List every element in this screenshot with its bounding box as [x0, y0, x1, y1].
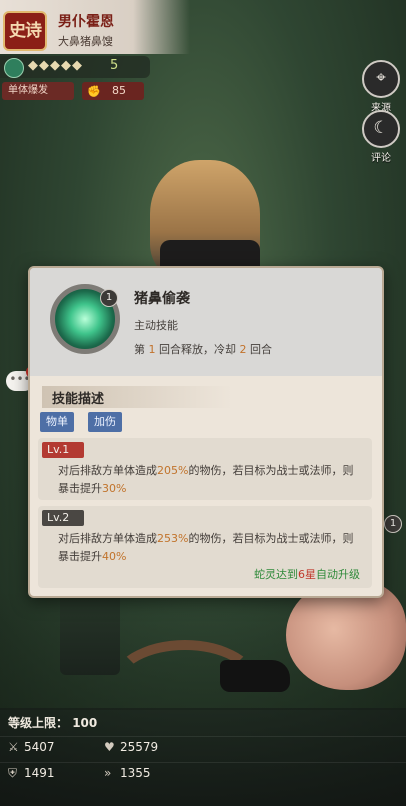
auto-upgrade-note: 蛇灵达到6星自动升级	[254, 566, 360, 582]
star-count: 5	[110, 58, 119, 73]
auto-star: 6星	[298, 568, 316, 581]
source-button[interactable]: ⌖ 来源	[362, 60, 400, 114]
skill-level-badge: 1	[100, 289, 118, 307]
level-cap-label: 等级上限：	[8, 716, 69, 730]
lv2-text-a: 对后排敌方单体造成	[58, 532, 157, 545]
tag-single-burst[interactable]: 单体爆发	[2, 82, 74, 100]
level-cap-value: 100	[72, 716, 98, 730]
attack-value: 5407	[24, 740, 55, 754]
rarity-badge: 史诗	[3, 11, 47, 51]
comment-label: 评论	[371, 153, 391, 164]
speed-value: 1355	[120, 766, 151, 780]
cd-mid: 回合释放，冷却	[159, 343, 236, 356]
cd-round: 1	[148, 343, 156, 356]
character-title: 大鼻猪鼻馊	[58, 35, 113, 48]
comment-icon: ☾	[362, 110, 400, 148]
skill-name: 猪鼻偷袭	[134, 291, 190, 307]
character-header: 史诗 男仆霍恩 大鼻猪鼻馊	[0, 0, 190, 54]
skill-type: 主动技能	[134, 319, 178, 332]
section-skill-description: 技能描述	[42, 386, 232, 408]
comment-button[interactable]: ☾ 评论	[362, 110, 400, 164]
cd-cool: 2	[239, 343, 247, 356]
character-name: 男仆霍恩	[58, 14, 114, 30]
heart-icon: ♥	[104, 740, 115, 754]
cd-suffix: 回合	[250, 343, 272, 356]
lv2-pct1: 253%	[157, 532, 189, 545]
divider	[0, 736, 406, 737]
lv2-pct2: 40%	[102, 550, 127, 563]
hp-stat: ♥ 25579	[104, 740, 158, 754]
level-1-text: 对后排敌方单体造成205%的物伤，若目标为战士或法师，则暴击提升30%	[58, 462, 358, 498]
shield-icon: ⛨	[8, 766, 18, 780]
speed-stat: » 1355	[104, 766, 151, 780]
auto-b: 自动升级	[316, 568, 360, 581]
level-2-text: 对后排敌方单体造成253%的物伤，若目标为战士或法师，则暴击提升40%	[58, 530, 358, 566]
level-1-tag: Lv.1	[42, 442, 84, 458]
location-icon: ⌖	[362, 60, 400, 98]
fist-icon: ✊	[87, 85, 101, 98]
level-2-box: Lv.2 对后排敌方单体造成253%的物伤，若目标为战士或法师，则暴击提升40%…	[38, 506, 372, 588]
lv1-text-a: 对后排敌方单体造成	[58, 464, 157, 477]
attack-stat: ⚔ 5407	[8, 740, 55, 754]
level-1-box: Lv.1 对后排敌方单体造成205%的物伤，若目标为战士或法师，则暴击提升30%	[38, 438, 372, 500]
power-tag[interactable]: ✊ 85	[82, 82, 144, 100]
speed-icon: »	[104, 766, 112, 780]
lv1-pct2: 30%	[102, 482, 127, 495]
star-rating: ◆◆◆◆◆ 5	[0, 56, 150, 78]
chip-bonus-damage: 加伤	[88, 412, 122, 432]
skill-cooldown: 第 1 回合释放，冷却 2 回合	[134, 341, 272, 357]
sword-icon: ⚔	[8, 740, 19, 754]
divider	[0, 762, 406, 763]
lv1-pct1: 205%	[157, 464, 189, 477]
skill-popup: 1 猪鼻偷袭 主动技能 第 1 回合释放，冷却 2 回合 技能描述 物单 加伤 …	[28, 266, 384, 598]
right-level-badge: 1	[384, 515, 402, 533]
stars-icon: ◆◆◆◆◆	[28, 58, 83, 73]
section-title: 技能描述	[52, 392, 105, 407]
stats-panel: 等级上限： 100 ⚔ 5407 ♥ 25579 ⛨ 1491 » 1355	[0, 708, 406, 806]
scene-boot	[220, 660, 290, 692]
level-2-tag: Lv.2	[42, 510, 84, 526]
hp-value: 25579	[120, 740, 159, 754]
auto-a: 蛇灵达到	[254, 568, 298, 581]
element-icon	[4, 58, 24, 78]
chip-physical-single: 物单	[40, 412, 74, 432]
defense-stat: ⛨ 1491	[8, 766, 55, 781]
cd-prefix: 第	[134, 343, 145, 356]
power-value: 85	[112, 84, 126, 97]
level-cap: 等级上限： 100	[8, 714, 97, 731]
defense-value: 1491	[24, 766, 55, 780]
